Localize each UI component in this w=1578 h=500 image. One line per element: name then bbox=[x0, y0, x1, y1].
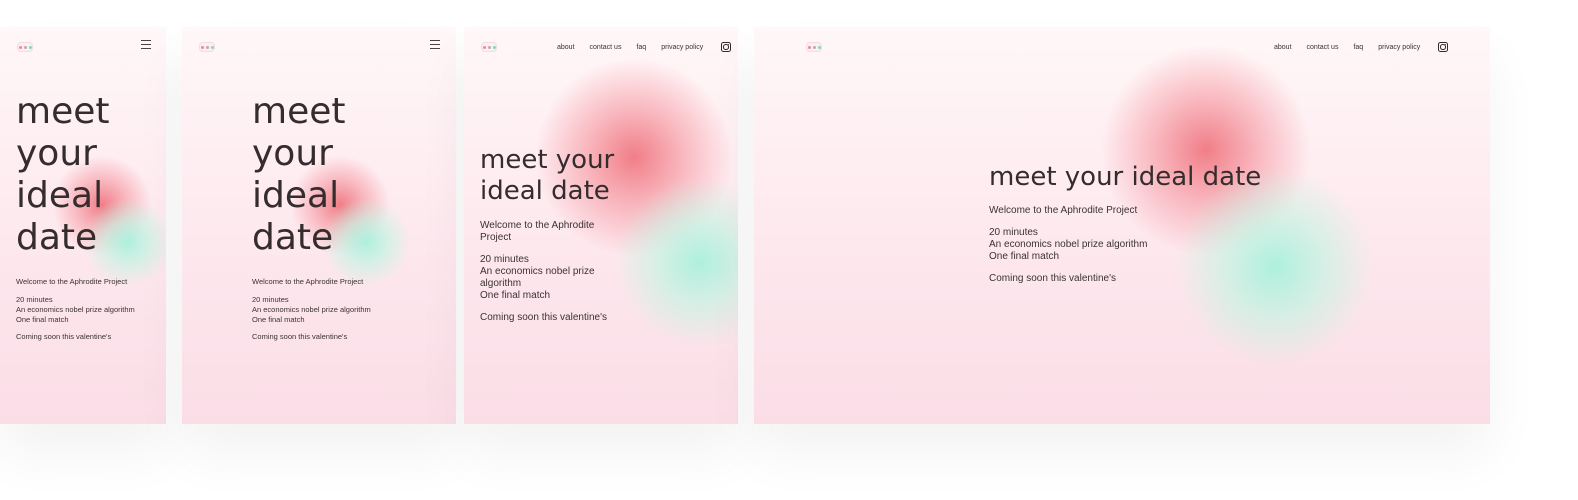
hero-line: meet your bbox=[480, 145, 615, 175]
tablet-frame: about contact us faq privacy policy meet… bbox=[464, 27, 738, 424]
hero-word: date bbox=[16, 217, 98, 258]
hamburger-menu-icon[interactable] bbox=[430, 40, 440, 49]
nav-contact-link[interactable]: contact us bbox=[1307, 44, 1339, 51]
hero-word: meet bbox=[16, 91, 110, 132]
responsive-preview-stage: meet your ideal date Welcome to the Aphr… bbox=[0, 0, 1578, 500]
hero-title: meet your ideal date bbox=[16, 91, 135, 259]
algorithm-text: An economics nobel prize algorithm bbox=[16, 304, 135, 314]
aphrodite-logo-icon[interactable] bbox=[806, 42, 822, 52]
intro-text: Welcome to the Aphrodite Project 20 minu… bbox=[989, 205, 1261, 285]
coming-soon-text: Coming soon this valentine's bbox=[252, 332, 348, 341]
match-text: One final match bbox=[252, 314, 305, 324]
hero-word: your bbox=[16, 133, 97, 174]
hero-title: meet your ideal date bbox=[252, 91, 371, 259]
hero-word: date bbox=[252, 217, 334, 258]
aphrodite-logo-icon[interactable] bbox=[481, 42, 497, 52]
nav-about-link[interactable]: about bbox=[1274, 44, 1292, 51]
hero-content: meet your ideal date Welcome to the Aphr… bbox=[480, 145, 614, 324]
duration-text: 20 minutes bbox=[989, 227, 1038, 238]
top-navigation: about contact us faq privacy policy bbox=[557, 42, 732, 52]
nav-privacy-link[interactable]: privacy policy bbox=[1378, 44, 1420, 51]
coming-soon-text: Coming soon this valentine's bbox=[989, 273, 1116, 284]
nav-faq-link[interactable]: faq bbox=[636, 44, 646, 51]
algorithm-text: An economics nobel prize bbox=[480, 266, 595, 277]
coming-soon-text: Coming soon this valentine's bbox=[480, 312, 607, 323]
hero-content: meet your ideal date Welcome to the Aphr… bbox=[252, 91, 371, 342]
hero-line: ideal date bbox=[480, 176, 610, 206]
hamburger-menu-icon[interactable] bbox=[141, 40, 151, 49]
hero-word: ideal bbox=[16, 175, 104, 216]
welcome-text: Welcome to the Aphrodite Project bbox=[252, 277, 364, 286]
hero-word: your bbox=[252, 133, 333, 174]
mobile-small-frame: meet your ideal date Welcome to the Aphr… bbox=[0, 27, 166, 424]
nav-faq-link[interactable]: faq bbox=[1353, 44, 1363, 51]
welcome-text: Welcome to the Aphrodite bbox=[480, 220, 595, 231]
hero-content: meet your ideal date Welcome to the Aphr… bbox=[989, 161, 1261, 285]
hero-title: meet your ideal date bbox=[989, 162, 1262, 192]
welcome-text: Welcome to the Aphrodite Project bbox=[16, 277, 128, 286]
intro-text: Welcome to the Aphrodite Project 20 minu… bbox=[480, 220, 614, 324]
match-text: One final match bbox=[480, 290, 551, 301]
welcome-text-continued: Project bbox=[480, 232, 512, 243]
desktop-frame: about contact us faq privacy policy meet… bbox=[754, 27, 1490, 424]
duration-text: 20 minutes bbox=[16, 294, 53, 304]
intro-text: Welcome to the Aphrodite Project 20 minu… bbox=[252, 277, 371, 342]
intro-text: Welcome to the Aphrodite Project 20 minu… bbox=[16, 277, 135, 342]
mint-gradient-blob bbox=[614, 177, 738, 347]
algorithm-text-continued: algorithm bbox=[480, 278, 522, 289]
nav-contact-link[interactable]: contact us bbox=[590, 44, 622, 51]
hero-title: meet your ideal date bbox=[480, 145, 614, 207]
aphrodite-logo-icon[interactable] bbox=[199, 42, 215, 52]
welcome-text: Welcome to the Aphrodite Project bbox=[989, 205, 1138, 216]
match-text: One final match bbox=[989, 251, 1060, 262]
hero-content: meet your ideal date Welcome to the Aphr… bbox=[16, 91, 135, 342]
coming-soon-text: Coming soon this valentine's bbox=[16, 332, 112, 341]
algorithm-text: An economics nobel prize algorithm bbox=[252, 304, 371, 314]
top-navigation: about contact us faq privacy policy bbox=[1274, 42, 1449, 52]
instagram-icon[interactable] bbox=[1438, 42, 1449, 52]
hero-word: meet bbox=[252, 91, 346, 132]
nav-privacy-link[interactable]: privacy policy bbox=[661, 44, 703, 51]
duration-text: 20 minutes bbox=[480, 254, 529, 265]
duration-text: 20 minutes bbox=[252, 294, 289, 304]
aphrodite-logo-icon[interactable] bbox=[17, 42, 33, 52]
instagram-icon[interactable] bbox=[721, 42, 732, 52]
mobile-large-frame: meet your ideal date Welcome to the Aphr… bbox=[182, 27, 456, 424]
algorithm-text: An economics nobel prize algorithm bbox=[989, 239, 1148, 250]
nav-about-link[interactable]: about bbox=[557, 44, 575, 51]
hero-word: ideal bbox=[252, 175, 340, 216]
match-text: One final match bbox=[16, 314, 69, 324]
